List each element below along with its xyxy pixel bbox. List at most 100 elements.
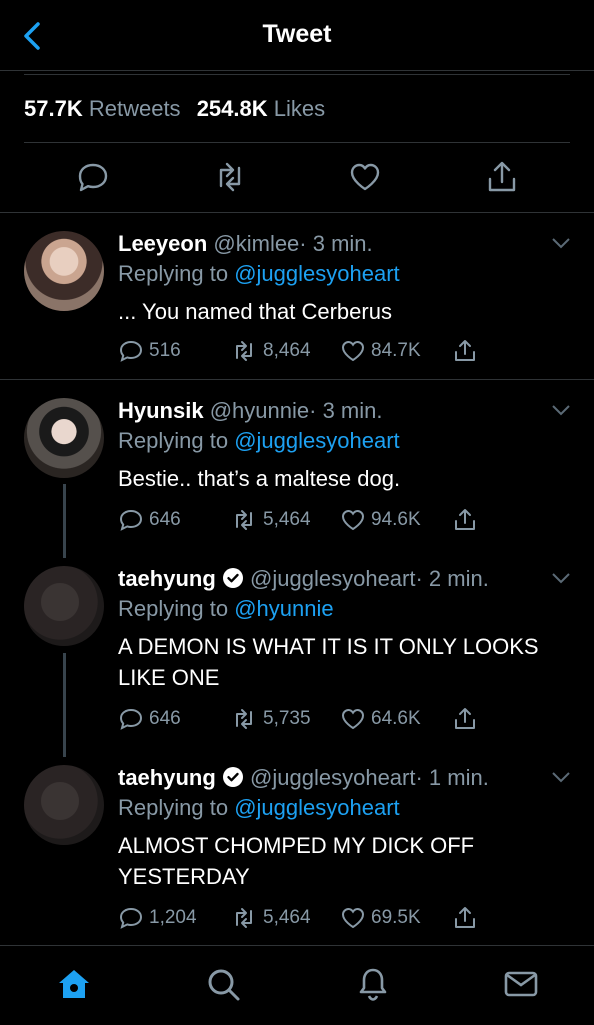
reply-action[interactable]: 1,204 xyxy=(118,906,197,930)
retweet-action[interactable]: 5,464 xyxy=(230,508,311,532)
tweet-header: taehyung @jugglesyoheart· 2 min. xyxy=(118,566,489,592)
reply-tweet[interactable]: Hyunsik @hyunnie· 3 min. Replying to @ju… xyxy=(0,380,594,546)
retweet-action[interactable]: 5,464 xyxy=(230,906,311,930)
bottom-tab-bar xyxy=(0,945,594,1025)
reply-action[interactable]: 646 xyxy=(118,508,181,532)
messages-mail-icon[interactable] xyxy=(501,964,541,1004)
top-bar: Tweet xyxy=(0,0,594,71)
replying-to-label: Replying to xyxy=(118,428,229,453)
divider xyxy=(24,74,570,75)
user-handle[interactable]: @jugglesyoheart xyxy=(250,765,415,790)
reply-action[interactable]: 516 xyxy=(118,339,181,363)
tweet-header: Leeyeon @kimlee· 3 min. xyxy=(118,231,373,257)
reply-count: 1,204 xyxy=(149,907,197,928)
mention-link[interactable]: @jugglesyoheart xyxy=(234,261,399,286)
share-icon xyxy=(455,509,475,530)
heart-icon xyxy=(341,509,365,531)
retweet-icon[interactable] xyxy=(212,160,248,194)
reply-count: 516 xyxy=(149,340,181,361)
share-icon xyxy=(455,708,475,729)
share-icon[interactable] xyxy=(484,160,520,194)
comment-icon xyxy=(119,907,143,929)
tweet-text: Bestie.. that’s a maltese dog. xyxy=(118,466,401,491)
display-name[interactable]: taehyung xyxy=(118,765,216,790)
timestamp: · 3 min. xyxy=(309,398,383,423)
tweet-text: ALMOST CHOMPED MY DICK OFF YESTERDAY xyxy=(118,833,475,889)
heart-icon xyxy=(341,907,365,929)
retweets-count[interactable]: 57.7K xyxy=(24,96,83,121)
like-action[interactable]: 64.6K xyxy=(340,707,421,731)
comment-icon xyxy=(119,340,143,362)
search-icon[interactable] xyxy=(203,964,243,1004)
avatar[interactable] xyxy=(24,398,104,478)
heart-icon xyxy=(341,708,365,730)
mention-link[interactable]: @jugglesyoheart xyxy=(234,795,399,820)
comment-icon xyxy=(119,509,143,531)
tweet-action-bar xyxy=(0,142,594,213)
like-count: 94.6K xyxy=(371,509,421,530)
share-action[interactable] xyxy=(452,707,483,731)
reply-tweet[interactable]: Leeyeon @kimlee· 3 min. Replying to @jug… xyxy=(0,213,594,380)
like-action[interactable]: 69.5K xyxy=(340,906,421,930)
share-action[interactable] xyxy=(452,508,483,532)
avatar[interactable] xyxy=(24,765,104,845)
verified-badge-icon xyxy=(222,767,243,787)
tweet-text: ... You named that Cerberus xyxy=(118,299,392,324)
tweet-header: taehyung @jugglesyoheart· 1 min. xyxy=(118,765,489,791)
display-name[interactable]: taehyung xyxy=(118,566,216,591)
retweet-action[interactable]: 8,464 xyxy=(230,339,311,363)
comment-icon xyxy=(119,708,143,730)
reply-tweet[interactable]: taehyung @jugglesyoheart· 2 min. Replyin… xyxy=(0,548,594,746)
chevron-down-icon[interactable] xyxy=(551,236,571,250)
chevron-down-icon[interactable] xyxy=(551,571,571,585)
user-handle[interactable]: @kimlee xyxy=(213,231,299,256)
replying-to: Replying to @jugglesyoheart xyxy=(118,795,400,821)
share-action[interactable] xyxy=(452,339,483,363)
tweet-header: Hyunsik @hyunnie· 3 min. xyxy=(118,398,382,424)
verified-badge-icon xyxy=(222,568,243,588)
replying-to: Replying to @hyunnie xyxy=(118,596,334,622)
like-count: 84.7K xyxy=(371,340,421,361)
chevron-down-icon[interactable] xyxy=(551,770,571,784)
user-handle[interactable]: @hyunnie xyxy=(210,398,309,423)
reply-count: 646 xyxy=(149,708,181,729)
likes-label[interactable]: Likes xyxy=(274,96,325,121)
like-heart-icon[interactable] xyxy=(347,160,383,194)
retweet-icon xyxy=(236,341,252,361)
retweet-count: 5,464 xyxy=(263,907,311,928)
retweet-icon xyxy=(236,510,252,530)
reply-action[interactable]: 646 xyxy=(118,707,181,731)
chevron-down-icon[interactable] xyxy=(551,403,571,417)
reply-tweet[interactable]: taehyung @jugglesyoheart· 1 min. Replyin… xyxy=(0,747,594,944)
retweet-count: 5,735 xyxy=(263,708,311,729)
retweets-label[interactable]: Retweets xyxy=(89,96,181,121)
share-action[interactable] xyxy=(452,906,483,930)
share-icon xyxy=(455,340,475,361)
retweet-count: 5,464 xyxy=(263,509,311,530)
reply-count: 646 xyxy=(149,509,181,530)
display-name[interactable]: Leeyeon xyxy=(118,231,207,256)
likes-count[interactable]: 254.8K xyxy=(197,96,268,121)
tweet-stats: 57.7K Retweets 254.8K Likes xyxy=(24,96,335,122)
mention-link[interactable]: @hyunnie xyxy=(234,596,333,621)
avatar[interactable] xyxy=(24,566,104,646)
notifications-bell-icon[interactable] xyxy=(353,964,393,1004)
avatar[interactable] xyxy=(24,231,104,311)
mention-link[interactable]: @jugglesyoheart xyxy=(234,428,399,453)
replying-to: Replying to @jugglesyoheart xyxy=(118,428,400,454)
timestamp: · 3 min. xyxy=(299,231,373,256)
user-handle[interactable]: @jugglesyoheart xyxy=(250,566,415,591)
retweet-icon xyxy=(236,709,252,729)
retweet-count: 8,464 xyxy=(263,340,311,361)
replying-to-label: Replying to xyxy=(118,261,229,286)
reply-icon[interactable] xyxy=(75,160,111,194)
replying-to-label: Replying to xyxy=(118,596,229,621)
like-action[interactable]: 94.6K xyxy=(340,508,421,532)
timestamp: · 1 min. xyxy=(415,765,489,790)
retweet-action[interactable]: 5,735 xyxy=(230,707,311,731)
like-count: 69.5K xyxy=(371,907,421,928)
like-action[interactable]: 84.7K xyxy=(340,339,421,363)
display-name[interactable]: Hyunsik xyxy=(118,398,204,423)
home-icon[interactable] xyxy=(54,964,94,1004)
heart-icon xyxy=(341,340,365,362)
